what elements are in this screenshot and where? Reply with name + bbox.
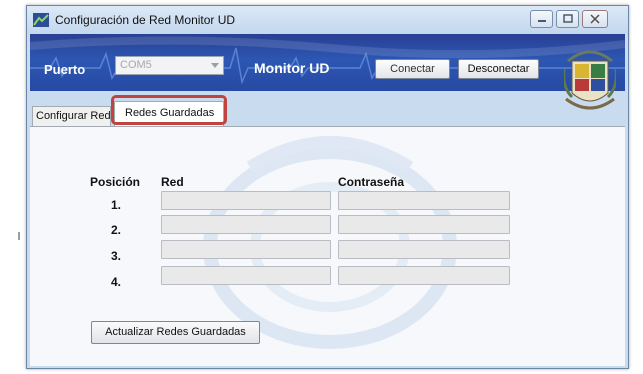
network-field[interactable] [161, 240, 331, 259]
connect-button[interactable]: Conectar [375, 59, 450, 79]
window-title: Configuración de Red Monitor UD [55, 13, 236, 27]
chevron-down-icon [211, 63, 219, 68]
tab-highlight-annotation [111, 95, 227, 125]
maximize-button[interactable] [556, 10, 579, 28]
row-position: 2. [111, 223, 122, 237]
background-mark [18, 232, 20, 240]
title-bar: Configuración de Red Monitor UD [27, 6, 628, 34]
refresh-saved-networks-button[interactable]: Actualizar Redes Guardadas [91, 321, 260, 344]
app-window: Configuración de Red Monitor UD Puerto C… [26, 5, 629, 369]
row-position: 3. [111, 249, 122, 263]
network-field[interactable] [161, 266, 331, 285]
disconnect-button[interactable]: Desconectar [458, 59, 539, 79]
network-field[interactable] [161, 215, 331, 234]
port-label: Puerto [44, 62, 86, 77]
header-banner: Puerto COM5 Monitor UD Conectar Desconec… [30, 34, 625, 91]
app-icon [33, 13, 49, 27]
row-position: 4. [111, 275, 122, 289]
saved-networks-panel: Posición Red Contraseña 1. 2. 3. 4. Actu… [30, 126, 625, 366]
maximize-icon [563, 14, 573, 23]
row-position: 1. [111, 198, 122, 212]
network-field[interactable] [161, 191, 331, 210]
app-label: Monitor UD [254, 60, 330, 76]
column-header-position: Posición [90, 175, 141, 189]
password-field[interactable] [338, 215, 510, 234]
password-field[interactable] [338, 240, 510, 259]
column-header-password: Contraseña [338, 175, 405, 189]
close-icon [590, 14, 600, 24]
password-field[interactable] [338, 191, 510, 210]
tab-configurar-red[interactable]: Configurar Red [32, 106, 111, 126]
close-button[interactable] [582, 10, 608, 28]
minimize-button[interactable] [530, 10, 553, 28]
port-select[interactable]: COM5 [115, 56, 224, 75]
port-select-value: COM5 [120, 59, 152, 71]
minimize-icon [538, 20, 546, 22]
column-header-network: Red [161, 175, 184, 189]
password-field[interactable] [338, 266, 510, 285]
